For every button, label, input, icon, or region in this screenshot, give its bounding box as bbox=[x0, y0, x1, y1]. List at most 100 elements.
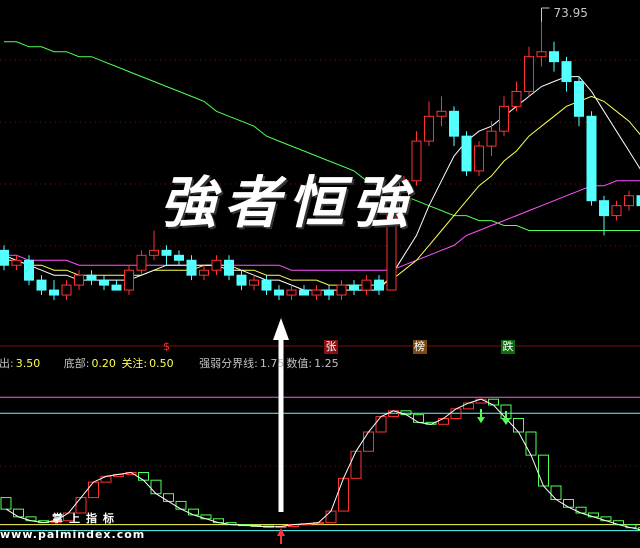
value-value: 1.25 bbox=[314, 357, 339, 370]
stock-chart bbox=[0, 7, 640, 544]
rise-badge: 张 bbox=[324, 340, 338, 354]
indicator-bar bbox=[375, 416, 387, 433]
watermark-logo: 掌上指标 bbox=[52, 512, 120, 525]
candle-body bbox=[436, 110, 447, 117]
candle-body bbox=[361, 279, 372, 291]
indicator-bar bbox=[100, 475, 112, 483]
candle-body bbox=[461, 135, 472, 172]
candle-body bbox=[236, 274, 247, 286]
candle-body bbox=[49, 289, 59, 296]
indicator-bar bbox=[338, 477, 349, 512]
candle-body bbox=[36, 279, 47, 291]
indicator-bar bbox=[350, 450, 362, 479]
indicator-bar bbox=[175, 500, 187, 510]
big-up-arrow-head bbox=[273, 318, 289, 340]
indicator-bar bbox=[13, 508, 24, 518]
candle-body bbox=[611, 205, 622, 217]
candle-body bbox=[0, 249, 9, 266]
watch-value: 0.50 bbox=[149, 357, 174, 370]
candle-body bbox=[274, 289, 284, 296]
boundary-label: 强弱分界线: bbox=[199, 357, 258, 370]
candle-body bbox=[86, 274, 97, 281]
candle-body bbox=[174, 254, 184, 261]
candle-body bbox=[449, 110, 459, 137]
candle-body bbox=[136, 254, 147, 271]
indicator-bar bbox=[563, 499, 574, 508]
candle-body bbox=[511, 90, 522, 107]
boundary-value: 1.75 bbox=[259, 357, 285, 370]
candle-body bbox=[336, 284, 347, 296]
candle-body bbox=[249, 279, 259, 286]
indicator-bar bbox=[413, 414, 424, 423]
candle-body bbox=[524, 56, 534, 92]
candle-body bbox=[599, 200, 609, 217]
watermark-url: www.palmindex.com bbox=[0, 528, 146, 541]
bottom-value: 0.20 bbox=[91, 357, 116, 370]
candle-body bbox=[11, 259, 22, 266]
indicator-bar bbox=[213, 518, 224, 524]
buy-signal-arrow bbox=[277, 528, 285, 536]
rank-badge: 榜 bbox=[412, 340, 427, 354]
candle-body bbox=[349, 284, 359, 291]
candle-body bbox=[424, 115, 434, 142]
price-max-label: 73.95 bbox=[554, 6, 588, 20]
indicator-bar bbox=[400, 410, 412, 416]
candle-body bbox=[24, 259, 34, 281]
candle-body bbox=[536, 51, 547, 58]
fall-badge: 跌 bbox=[501, 340, 515, 354]
moving-average-lines bbox=[3, 41, 640, 291]
candle-body bbox=[574, 81, 584, 117]
candle-body bbox=[161, 249, 172, 256]
indicator-info-bar: 卖出:3.50 底部:0.20 关注:0.50 强弱分界线:1.75数值:1.2… bbox=[0, 356, 640, 372]
sell-value: 3.50 bbox=[15, 357, 41, 370]
indicator-bar bbox=[550, 485, 562, 500]
annotations bbox=[273, 7, 550, 544]
candle-body bbox=[624, 195, 634, 207]
candle-body bbox=[224, 259, 234, 276]
indicator-bar bbox=[438, 418, 449, 425]
sell-label: 卖出: bbox=[0, 357, 14, 370]
candle-body bbox=[549, 51, 559, 63]
candle-body bbox=[61, 284, 72, 296]
dollar-badge: $ bbox=[163, 340, 170, 353]
value-label: 数值: bbox=[286, 357, 313, 370]
candle-body bbox=[561, 61, 572, 83]
sell-signal-arrow bbox=[477, 417, 485, 424]
indicator-bar bbox=[163, 493, 174, 502]
indicator-bar bbox=[463, 402, 474, 410]
candle-body bbox=[486, 130, 497, 147]
candle-body bbox=[499, 105, 509, 132]
indicator-bar bbox=[0, 497, 12, 510]
indicator-bar bbox=[88, 481, 99, 499]
slogan-text: 強者恒強 bbox=[160, 170, 416, 236]
candle-body bbox=[74, 274, 84, 286]
candle-body bbox=[124, 269, 134, 291]
candle-body bbox=[286, 289, 297, 296]
indicator-bar bbox=[525, 431, 537, 456]
candle-body bbox=[111, 284, 122, 291]
indicator-bar bbox=[138, 472, 149, 481]
candle-body bbox=[374, 279, 384, 291]
candle-body bbox=[324, 289, 334, 296]
candle-body bbox=[311, 289, 322, 296]
candle-body bbox=[211, 259, 222, 271]
candle-body bbox=[261, 279, 272, 291]
candle-body bbox=[199, 269, 209, 276]
candlestick-series bbox=[0, 21, 640, 300]
indicator-bar bbox=[188, 508, 199, 516]
indicator-bar bbox=[538, 454, 549, 487]
price-max-value: 73.95 bbox=[553, 6, 588, 20]
indicator-bar bbox=[513, 418, 524, 433]
candle-body bbox=[99, 279, 109, 286]
candle-body bbox=[299, 289, 309, 296]
bottom-label: 底部: bbox=[63, 357, 90, 370]
candle-body bbox=[186, 259, 197, 276]
watch-label: 关注: bbox=[121, 357, 148, 370]
indicator-bar bbox=[150, 479, 162, 495]
indicator-bar bbox=[488, 398, 499, 406]
indicator-bar bbox=[325, 510, 337, 524]
candle-body bbox=[586, 115, 597, 202]
indicator-bar bbox=[363, 431, 374, 452]
indicator-bar bbox=[575, 506, 587, 514]
candle-body bbox=[149, 249, 159, 256]
